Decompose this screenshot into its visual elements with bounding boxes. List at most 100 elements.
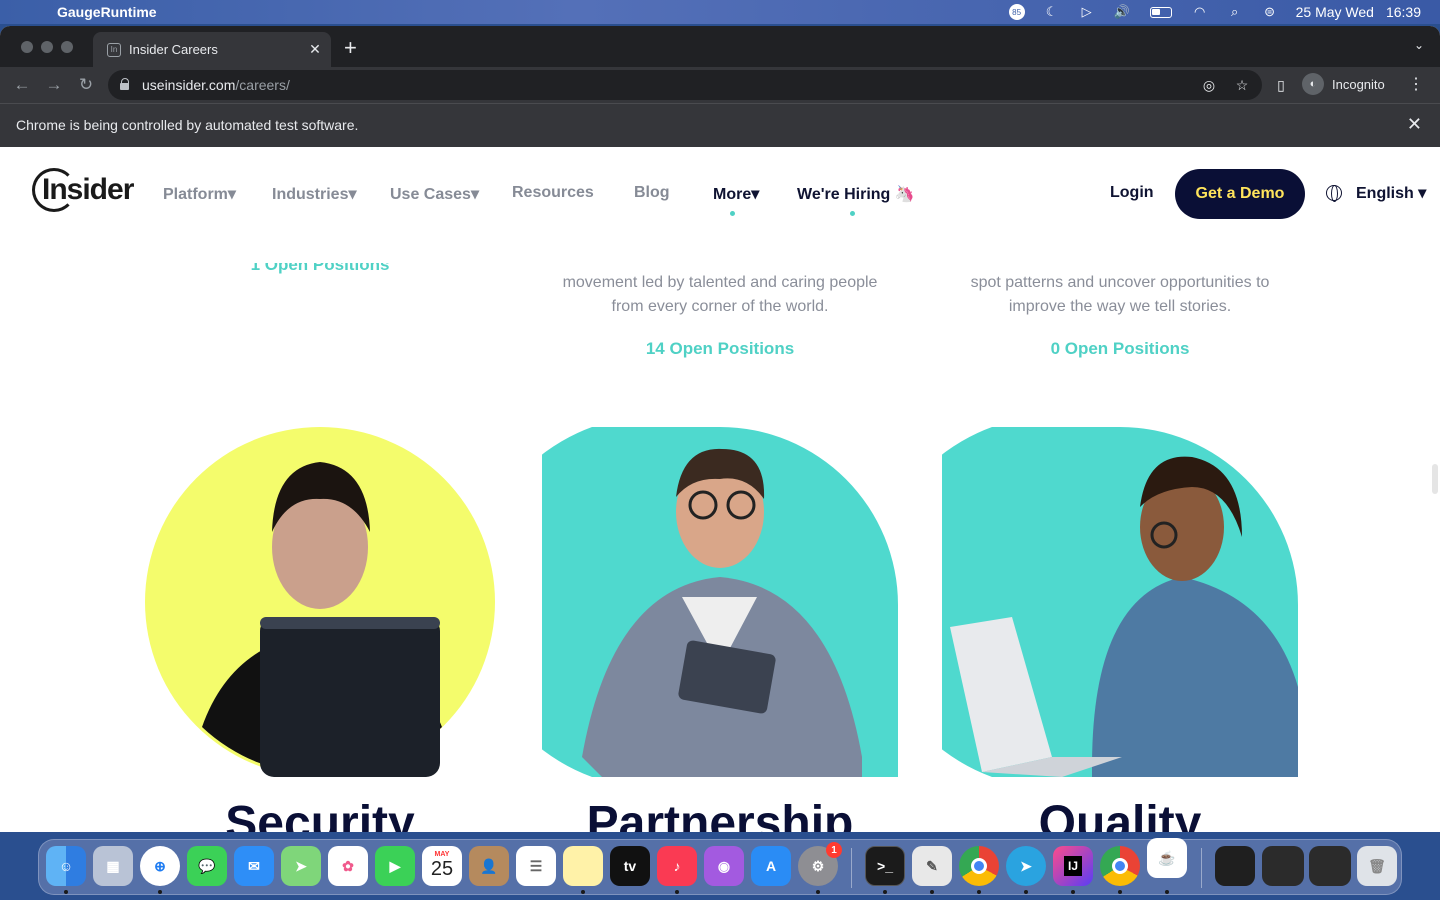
- nav-were-hiring[interactable]: We're Hiring 🦄: [797, 184, 915, 204]
- nav-platform[interactable]: Platform▾: [163, 184, 236, 204]
- menu-bar-date[interactable]: 25 May Wed: [1296, 4, 1374, 20]
- site-header: Insider Platform▾ Industries▾ Use Cases▾…: [0, 149, 1440, 238]
- photos-icon[interactable]: ✿: [328, 846, 368, 886]
- window-controls: [21, 41, 73, 53]
- music-icon[interactable]: ♪: [657, 846, 697, 886]
- play-icon[interactable]: ▷: [1078, 3, 1096, 21]
- control-center-icon[interactable]: ⊜: [1261, 3, 1279, 21]
- running-indicator: [675, 890, 679, 894]
- incognito-indicator[interactable]: ◐ Incognito: [1302, 71, 1385, 97]
- search-icon[interactable]: ⌕: [1226, 3, 1244, 21]
- eye-off-icon[interactable]: ◎: [1201, 77, 1217, 93]
- close-infobar-icon[interactable]: ✕: [1407, 114, 1422, 135]
- nav-industries[interactable]: Industries▾: [272, 184, 357, 204]
- calendar-day: 25: [430, 858, 454, 880]
- partnership-team-photo[interactable]: [542, 427, 898, 777]
- facetime-icon[interactable]: ▶: [375, 846, 415, 886]
- contacts-icon[interactable]: 👤: [469, 846, 509, 886]
- login-link[interactable]: Login: [1110, 184, 1154, 202]
- reminders-icon[interactable]: ☰: [516, 846, 556, 886]
- telegram-icon[interactable]: ➤: [1006, 846, 1046, 886]
- nav-more-indicator: [730, 211, 735, 216]
- browser-toolbar: ← → ↻ useinsider.com/careers/ ◎ ☆ ▯ ◐ In…: [0, 67, 1440, 103]
- minimize-window-button[interactable]: [41, 41, 53, 53]
- reload-button[interactable]: ↻: [75, 74, 97, 96]
- logo-text: Insider: [42, 173, 134, 206]
- back-button[interactable]: ←: [11, 74, 33, 96]
- nav-use-cases[interactable]: Use Cases▾: [390, 184, 479, 204]
- browser-menu-icon[interactable]: ⋮: [1408, 74, 1424, 94]
- address-bar[interactable]: useinsider.com/careers/ ◎ ☆: [108, 70, 1262, 100]
- description-line: spot patterns and uncover opportunities …: [970, 274, 1270, 291]
- tab-insider-careers[interactable]: In Insider Careers ✕: [93, 32, 331, 67]
- dock-separator: [1201, 848, 1202, 888]
- chrome-automation-icon[interactable]: [1100, 846, 1140, 886]
- calendar-icon[interactable]: MAY 25: [422, 846, 462, 886]
- quality-team-photo[interactable]: [942, 427, 1298, 777]
- get-a-demo-button[interactable]: Get a Demo: [1175, 169, 1305, 219]
- close-tab-icon[interactable]: ✕: [307, 41, 323, 57]
- running-indicator: [1024, 890, 1028, 894]
- finder-icon[interactable]: ☺: [46, 846, 86, 886]
- partnership-title: Partnership: [586, 797, 854, 832]
- insider-logo[interactable]: Insider: [32, 168, 134, 216]
- launchpad-icon[interactable]: ▦: [93, 846, 133, 886]
- intellij-icon[interactable]: IJ: [1053, 846, 1093, 886]
- tab-search-icon[interactable]: ⌄: [1414, 38, 1424, 52]
- script-editor-icon[interactable]: ✎: [912, 846, 952, 886]
- java-icon[interactable]: ☕: [1147, 838, 1187, 878]
- side-panel-icon[interactable]: ▯: [1273, 77, 1289, 93]
- podcasts-icon[interactable]: ◉: [704, 846, 744, 886]
- quality-title: Quality: [1038, 797, 1202, 832]
- security-team-photo[interactable]: [142, 427, 498, 777]
- partnership-description: movement led by talented and caring peop…: [520, 271, 920, 319]
- maximize-window-button[interactable]: [61, 41, 73, 53]
- minimized-terminal-window[interactable]: [1215, 846, 1255, 886]
- notes-icon[interactable]: [563, 846, 603, 886]
- security-open-positions[interactable]: 1 Open Positions: [160, 263, 480, 275]
- tab-bar: In Insider Careers ✕ + ⌄: [0, 26, 1440, 67]
- safari-icon[interactable]: ⊕: [140, 846, 180, 886]
- system-preferences-icon[interactable]: ⚙ 1: [798, 842, 842, 886]
- forward-button[interactable]: →: [43, 74, 65, 96]
- battery-icon[interactable]: [1148, 3, 1174, 21]
- settings-badge: 1: [826, 842, 842, 858]
- nav-resources[interactable]: Resources: [512, 184, 594, 202]
- url-text[interactable]: useinsider.com/careers/: [142, 77, 290, 93]
- tab-title: Insider Careers: [129, 42, 218, 57]
- calendar-month: MAY: [434, 851, 450, 858]
- new-tab-button[interactable]: +: [344, 37, 357, 59]
- incognito-label: Incognito: [1332, 76, 1385, 92]
- incognito-icon: ◐: [1302, 73, 1324, 95]
- minimized-intellij-window-2[interactable]: [1309, 846, 1351, 886]
- volume-icon[interactable]: 🔊: [1113, 3, 1131, 21]
- notification-badge-icon[interactable]: 85: [1008, 3, 1026, 21]
- close-window-button[interactable]: [21, 41, 33, 53]
- minimized-intellij-window-1[interactable]: [1262, 846, 1304, 886]
- language-selector[interactable]: English ▾: [1326, 183, 1426, 203]
- menu-bar-time[interactable]: 16:39: [1386, 4, 1421, 20]
- running-indicator: [158, 890, 162, 894]
- terminal-icon[interactable]: >_: [865, 846, 905, 886]
- running-indicator: [64, 890, 68, 894]
- messages-icon[interactable]: 💬: [187, 846, 227, 886]
- chrome-icon[interactable]: [959, 846, 999, 886]
- maps-icon[interactable]: ➤: [281, 846, 321, 886]
- partnership-open-positions[interactable]: 14 Open Positions: [520, 339, 920, 359]
- active-app-name[interactable]: GaugeRuntime: [57, 4, 157, 20]
- moon-icon[interactable]: ☾: [1043, 3, 1061, 21]
- apple-tv-icon[interactable]: tv: [610, 846, 650, 886]
- quality-description: spot patterns and uncover opportunities …: [920, 271, 1320, 319]
- trash-icon[interactable]: 🗑: [1357, 846, 1397, 886]
- running-indicator: [1071, 890, 1075, 894]
- wifi-icon[interactable]: ◠: [1191, 3, 1209, 21]
- nav-blog[interactable]: Blog: [634, 184, 670, 202]
- mail-icon[interactable]: ✉: [234, 846, 274, 886]
- quality-open-positions[interactable]: 0 Open Positions: [920, 339, 1320, 359]
- bookmark-star-icon[interactable]: ☆: [1234, 77, 1250, 93]
- lock-icon[interactable]: [120, 78, 130, 90]
- running-indicator: [1165, 890, 1169, 894]
- nav-more[interactable]: More▾: [713, 184, 759, 204]
- page-scrollbar[interactable]: [1432, 464, 1438, 494]
- app-store-icon[interactable]: A: [751, 846, 791, 886]
